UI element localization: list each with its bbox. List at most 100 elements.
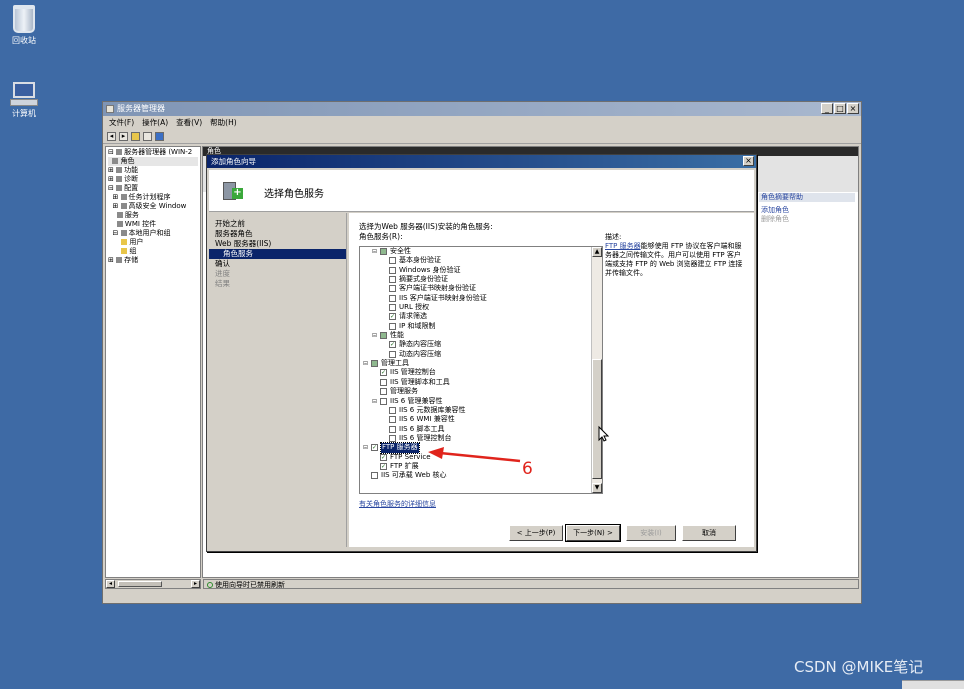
show-hide-tree-icon[interactable]: [143, 132, 152, 141]
expand-collapse-icon[interactable]: ⊟: [372, 247, 379, 256]
role-service-item[interactable]: IIS 客户端证书映射身份验证: [360, 294, 592, 303]
role-service-checkbox[interactable]: [389, 350, 396, 358]
scroll-up-icon[interactable]: ▲: [592, 247, 602, 257]
tree-item-local-users[interactable]: ⊟ 本地用户和组: [108, 229, 198, 238]
scroll-left-icon[interactable]: ◂: [106, 580, 115, 588]
minimize-button[interactable]: _: [821, 103, 833, 114]
expand-collapse-icon[interactable]: ⊟: [363, 443, 370, 452]
expand-collapse-icon[interactable]: ⊟: [372, 331, 379, 340]
role-service-item[interactable]: IIS 6 WMI 兼容性: [360, 415, 592, 424]
cancel-button[interactable]: 取消: [682, 525, 736, 541]
step-server-roles[interactable]: 服务器角色: [209, 229, 346, 239]
role-service-item[interactable]: IIS 可承载 Web 核心: [360, 471, 592, 480]
menu-action[interactable]: 操作(A): [142, 116, 168, 130]
step-confirmation[interactable]: 确认: [209, 259, 346, 269]
role-service-item[interactable]: ✓ 静态内容压缩: [360, 340, 592, 349]
role-service-checkbox[interactable]: [380, 388, 387, 396]
add-roles-link[interactable]: 添加角色: [759, 206, 855, 215]
close-button[interactable]: ×: [847, 103, 859, 114]
role-service-item[interactable]: 摘要式身份验证: [360, 275, 592, 284]
services-scrollbar[interactable]: ▲ ▼: [591, 247, 602, 493]
role-service-checkbox[interactable]: [389, 425, 396, 433]
step-role-services[interactable]: 角色服务: [209, 249, 346, 259]
up-folder-icon[interactable]: [131, 132, 140, 141]
menu-view[interactable]: 查看(V): [176, 116, 202, 130]
install-button[interactable]: 安装(I): [626, 525, 676, 541]
wizard-close-button[interactable]: ×: [743, 156, 754, 166]
role-service-checkbox[interactable]: [389, 406, 396, 414]
role-service-checkbox[interactable]: [371, 472, 378, 480]
role-service-checkbox[interactable]: ✓: [380, 453, 387, 461]
role-service-item[interactable]: 基本身份验证: [360, 256, 592, 265]
role-service-item[interactable]: 动态内容压缩: [360, 350, 592, 359]
step-before-you-begin[interactable]: 开始之前: [209, 219, 346, 229]
help-icon[interactable]: [155, 132, 164, 141]
role-service-checkbox[interactable]: [389, 434, 396, 442]
role-service-item[interactable]: ⊟ 性能: [360, 331, 592, 340]
role-service-checkbox[interactable]: ✓: [371, 444, 378, 452]
role-service-item[interactable]: ✓ IIS 管理控制台: [360, 368, 592, 377]
forward-icon[interactable]: ▸: [119, 132, 128, 141]
tree-horizontal-scrollbar[interactable]: ◂ ▸: [105, 579, 201, 589]
role-service-item[interactable]: IP 和域限制: [360, 322, 592, 331]
tree-item-task-scheduler[interactable]: ⊞ 任务计划程序: [108, 193, 198, 202]
tree-item-storage[interactable]: ⊞ 存储: [108, 256, 198, 265]
tree-item-users[interactable]: 用户: [108, 238, 198, 247]
recycle-bin-shortcut[interactable]: 回收站: [1, 5, 47, 46]
back-icon[interactable]: ◂: [107, 132, 116, 141]
tree-item-services[interactable]: 服务: [108, 211, 198, 220]
role-service-item[interactable]: IIS 6 脚本工具: [360, 425, 592, 434]
role-service-checkbox[interactable]: [371, 360, 378, 368]
tree-item-root[interactable]: ⊟ 服务器管理器 (WIN-2: [108, 148, 198, 157]
role-service-item[interactable]: 客户端证书映射身份验证: [360, 284, 592, 293]
role-service-checkbox[interactable]: [389, 416, 396, 424]
ftp-server-help-link[interactable]: FTP 服务器: [605, 242, 641, 250]
role-service-item[interactable]: ⊟ 安全性: [360, 247, 592, 256]
computer-shortcut[interactable]: 计算机: [1, 82, 47, 119]
role-service-checkbox[interactable]: [380, 248, 387, 255]
scroll-down-icon[interactable]: ▼: [592, 483, 602, 493]
scroll-thumb[interactable]: [592, 359, 602, 479]
tree-item-configuration[interactable]: ⊟ 配置: [108, 184, 198, 193]
role-service-item[interactable]: ⊟ IIS 6 管理兼容性: [360, 397, 592, 406]
role-service-item[interactable]: ✓ 请求筛选: [360, 312, 592, 321]
next-button[interactable]: 下一步(N) >: [565, 524, 621, 542]
role-service-item[interactable]: IIS 6 管理控制台: [360, 434, 592, 443]
role-service-checkbox[interactable]: [389, 294, 396, 302]
role-service-item[interactable]: 管理服务: [360, 387, 592, 396]
server-manager-titlebar[interactable]: 服务器管理器 _ □ ×: [103, 102, 861, 116]
role-service-checkbox[interactable]: ✓: [380, 369, 387, 377]
more-about-role-services-link[interactable]: 有关角色服务的详细信息: [359, 499, 436, 509]
actions-header[interactable]: 角色摘要帮助: [759, 193, 855, 202]
back-button[interactable]: < 上一步(P): [509, 525, 563, 541]
role-service-checkbox[interactable]: ✓: [389, 313, 396, 321]
menu-help[interactable]: 帮助(H): [210, 116, 237, 130]
step-web-server[interactable]: Web 服务器(IIS): [209, 239, 346, 249]
role-service-item[interactable]: URL 授权: [360, 303, 592, 312]
role-service-checkbox[interactable]: [389, 266, 396, 274]
role-service-item[interactable]: Windows 身份验证: [360, 266, 592, 275]
remove-roles-link[interactable]: 删除角色: [759, 215, 855, 224]
wizard-titlebar[interactable]: 添加角色向导 ×: [207, 155, 756, 168]
role-service-checkbox[interactable]: ✓: [380, 462, 387, 470]
role-service-checkbox[interactable]: [389, 322, 396, 330]
tree-item-groups[interactable]: 组: [108, 247, 198, 256]
role-service-checkbox[interactable]: [380, 397, 387, 405]
tree-item-wmi[interactable]: WMI 控件: [108, 220, 198, 229]
tree-item-diagnostics[interactable]: ⊞ 诊断: [108, 175, 198, 184]
expand-collapse-icon[interactable]: ⊟: [372, 397, 379, 406]
scroll-right-icon[interactable]: ▸: [191, 580, 200, 588]
role-service-checkbox[interactable]: [389, 257, 396, 265]
tree-item-firewall[interactable]: ⊞ 高级安全 Window: [108, 202, 198, 211]
menu-file[interactable]: 文件(F): [109, 116, 134, 130]
tree-item-features[interactable]: ⊞ 功能: [108, 166, 198, 175]
role-service-checkbox[interactable]: [389, 304, 396, 312]
role-service-item[interactable]: IIS 管理脚本和工具: [360, 378, 592, 387]
role-service-checkbox[interactable]: ✓: [389, 341, 396, 349]
role-service-checkbox[interactable]: [380, 332, 387, 340]
role-service-item[interactable]: IIS 6 元数据库兼容性: [360, 406, 592, 415]
role-service-checkbox[interactable]: [389, 276, 396, 284]
role-service-checkbox[interactable]: [389, 285, 396, 293]
expand-collapse-icon[interactable]: ⊟: [363, 359, 370, 368]
tree-item-roles[interactable]: 角色: [108, 157, 198, 166]
